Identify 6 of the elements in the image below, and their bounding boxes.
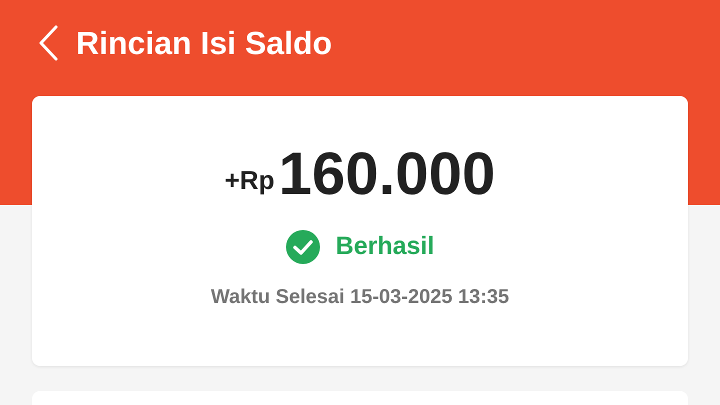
currency-prefix: +Rp: [224, 164, 274, 197]
check-icon: [286, 230, 320, 264]
amount-text: 160.000: [278, 144, 496, 204]
completion-time: Waktu Selesai 15-03-2025 13:35: [210, 284, 510, 310]
status-label: Berhasil: [336, 231, 434, 262]
page-title: Rincian Isi Saldo: [76, 24, 332, 63]
